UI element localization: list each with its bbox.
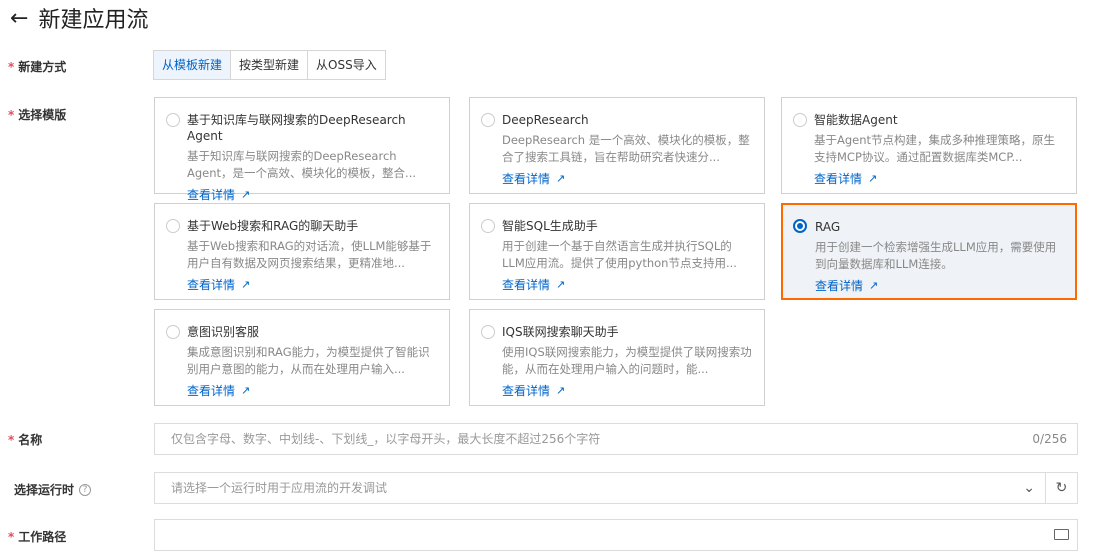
template-card[interactable]: 基于Web搜索和RAG的聊天助手 基于Web搜索和RAG的对话流，使LLM能够基… bbox=[154, 203, 450, 300]
view-details-link[interactable]: 查看详情 ↗ bbox=[187, 276, 437, 293]
template-title: DeepResearch bbox=[502, 113, 589, 127]
template-radio[interactable] bbox=[793, 113, 807, 127]
page-header: ← 新建应用流 bbox=[10, 2, 148, 34]
view-details-link[interactable]: 查看详情 ↗ bbox=[187, 382, 437, 399]
path-label: * 工作路径 bbox=[8, 530, 67, 544]
template-description: 集成意图识别和RAG能力，为模型提供了智能识别用户意图的能力，从而在处理用户输入… bbox=[187, 345, 430, 376]
external-link-icon: ↗ bbox=[241, 384, 251, 397]
page-title: 新建应用流 bbox=[38, 8, 149, 33]
template-title: RAG bbox=[815, 220, 841, 234]
runtime-placeholder: 请选择一个运行时用于应用流的开发调试 bbox=[171, 481, 388, 495]
template-radio[interactable] bbox=[481, 113, 495, 127]
view-details-link[interactable]: 查看详情 ↗ bbox=[502, 276, 752, 293]
template-card[interactable]: 基于知识库与联网搜索的DeepResearch Agent 基于知识库与联网搜索… bbox=[154, 97, 450, 202]
view-details-link[interactable]: 查看详情 ↗ bbox=[502, 382, 752, 399]
template-title: 基于知识库与联网搜索的DeepResearch Agent bbox=[187, 113, 406, 143]
template-card[interactable]: 智能数据Agent 基于Agent节点构建，集成多种推理策略，原生支持MCP协议… bbox=[781, 97, 1077, 194]
external-link-icon: ↗ bbox=[241, 188, 251, 201]
template-title: IQS联网搜索聊天助手 bbox=[502, 325, 619, 339]
external-link-icon: ↗ bbox=[869, 279, 879, 292]
template-description: DeepResearch 是一个高效、模块化的模板，整合了搜索工具链，旨在帮助研… bbox=[502, 133, 750, 164]
template-radio[interactable] bbox=[793, 219, 807, 233]
template-label: * 选择模版 bbox=[8, 108, 67, 122]
tab-by-type[interactable]: 按类型新建 bbox=[230, 50, 309, 80]
template-radio[interactable] bbox=[166, 325, 180, 339]
template-title: 智能数据Agent bbox=[814, 113, 898, 127]
method-tabs: 从模板新建 按类型新建 从OSS导入 bbox=[153, 50, 386, 80]
template-title: 智能SQL生成助手 bbox=[502, 219, 598, 233]
template-description: 使用IQS联网搜索能力，为模型提供了联网搜索功能，从而在处理用户输入的问题时，能… bbox=[502, 345, 752, 376]
template-description: 用于创建一个基于自然语言生成并执行SQL的LLM应用流。提供了使用python节… bbox=[502, 239, 737, 270]
refresh-button[interactable]: ↻ bbox=[1045, 472, 1078, 504]
template-card[interactable]: DeepResearch DeepResearch 是一个高效、模块化的模板，整… bbox=[469, 97, 765, 194]
view-details-link[interactable]: 查看详情 ↗ bbox=[815, 277, 1063, 294]
refresh-icon: ↻ bbox=[1055, 480, 1068, 496]
name-placeholder: 仅包含字母、数字、中划线-、下划线_，以字母开头，最大长度不超过256个字符 bbox=[171, 432, 601, 446]
template-description: 基于Web搜索和RAG的对话流，使LLM能够基于用户自有数据及网页搜索结果，更精… bbox=[187, 239, 432, 270]
template-radio[interactable] bbox=[481, 325, 495, 339]
tab-import-oss[interactable]: 从OSS导入 bbox=[307, 50, 386, 80]
view-details-link[interactable]: 查看详情 ↗ bbox=[187, 186, 437, 203]
template-description: 基于Agent节点构建，集成多种推理策略，原生支持MCP协议。通过配置数据库类M… bbox=[814, 133, 1056, 164]
external-link-icon: ↗ bbox=[868, 172, 878, 185]
template-radio[interactable] bbox=[481, 219, 495, 233]
external-link-icon: ↗ bbox=[241, 278, 251, 291]
external-link-icon: ↗ bbox=[556, 278, 566, 291]
view-details-link[interactable]: 查看详情 ↗ bbox=[502, 170, 752, 187]
external-link-icon: ↗ bbox=[556, 384, 566, 397]
template-description: 基于知识库与联网搜索的DeepResearch Agent，是一个高效、模块化的… bbox=[187, 149, 417, 180]
runtime-label: 选择运行时 ? bbox=[14, 481, 92, 498]
external-link-icon: ↗ bbox=[556, 172, 566, 185]
template-radio[interactable] bbox=[166, 113, 180, 127]
back-arrow-icon[interactable]: ← bbox=[10, 6, 28, 31]
template-title: 基于Web搜索和RAG的聊天助手 bbox=[187, 219, 359, 233]
template-description: 用于创建一个检索增强生成LLM应用，需要使用到向量数据库和LLM连接。 bbox=[815, 240, 1057, 271]
template-card[interactable]: 意图识别客服 集成意图识别和RAG能力，为模型提供了智能识别用户意图的能力，从而… bbox=[154, 309, 450, 406]
tab-from-template[interactable]: 从模板新建 bbox=[153, 50, 232, 80]
chevron-down-icon: ⌄ bbox=[1023, 480, 1035, 496]
template-title: 意图识别客服 bbox=[187, 325, 260, 339]
runtime-select[interactable]: 请选择一个运行时用于应用流的开发调试 ⌄ bbox=[154, 472, 1046, 504]
template-card[interactable]: IQS联网搜索聊天助手 使用IQS联网搜索能力，为模型提供了联网搜索功能，从而在… bbox=[469, 309, 765, 406]
path-input[interactable] bbox=[154, 519, 1078, 551]
name-char-count: 0/256 bbox=[1032, 432, 1067, 446]
name-label: * 名称 bbox=[8, 433, 43, 447]
help-icon[interactable]: ? bbox=[79, 483, 92, 496]
method-label: * 新建方式 bbox=[8, 60, 67, 74]
template-card[interactable]: RAG 用于创建一个检索增强生成LLM应用，需要使用到向量数据库和LLM连接。 … bbox=[781, 203, 1077, 300]
name-input[interactable]: 仅包含字母、数字、中划线-、下划线_，以字母开头，最大长度不超过256个字符 0… bbox=[154, 423, 1078, 455]
view-details-link[interactable]: 查看详情 ↗ bbox=[814, 170, 1064, 187]
template-radio[interactable] bbox=[166, 219, 180, 233]
template-card[interactable]: 智能SQL生成助手 用于创建一个基于自然语言生成并执行SQL的LLM应用流。提供… bbox=[469, 203, 765, 300]
folder-icon[interactable] bbox=[1054, 529, 1069, 540]
